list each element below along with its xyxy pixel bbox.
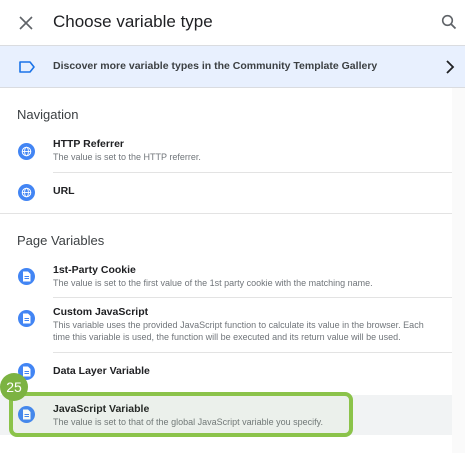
- search-icon: [441, 14, 457, 30]
- step-number-badge: 25: [0, 373, 28, 401]
- dialog-title: Choose variable type: [53, 12, 213, 31]
- variable-type-http-referrer[interactable]: HTTP Referrer The value is set to the HT…: [0, 134, 452, 172]
- globe-icon: [18, 184, 35, 201]
- search-button[interactable]: [437, 10, 461, 34]
- banner-text: Discover more variable types in the Comm…: [53, 60, 378, 72]
- close-icon: [19, 16, 33, 30]
- close-button[interactable]: [14, 11, 38, 35]
- section-title-navigation: Navigation: [17, 107, 79, 122]
- item-name: Data Layer Variable: [53, 365, 150, 377]
- item-description: This variable uses the provided JavaScri…: [53, 320, 424, 342]
- community-gallery-banner[interactable]: Discover more variable types in the Comm…: [0, 45, 465, 88]
- item-name: Custom JavaScript: [53, 306, 149, 318]
- variable-type-custom-javascript[interactable]: Custom JavaScript This variable uses the…: [0, 298, 452, 352]
- chevron-right-icon: [446, 60, 455, 74]
- section-title-page-variables: Page Variables: [17, 233, 105, 248]
- variable-type-1st-party-cookie[interactable]: 1st-Party Cookie The value is set to the…: [0, 259, 452, 297]
- section-divider: [0, 213, 452, 214]
- dialog-header: Choose variable type: [0, 0, 465, 45]
- label-tag-icon: [19, 61, 35, 73]
- item-name: HTTP Referrer: [53, 138, 124, 150]
- item-name: 1st-Party Cookie: [53, 264, 136, 276]
- variable-type-data-layer-variable[interactable]: Data Layer Variable: [0, 353, 452, 393]
- item-description: The value is set to the HTTP referrer.: [53, 152, 201, 162]
- item-name: URL: [53, 185, 75, 197]
- document-icon: [18, 310, 35, 327]
- document-icon: [18, 268, 35, 285]
- globe-icon: [18, 143, 35, 160]
- scrollbar[interactable]: [452, 88, 465, 453]
- item-description: The value is set to the first value of t…: [53, 278, 373, 288]
- variable-type-url[interactable]: URL: [0, 173, 452, 213]
- step-highlight-box: [9, 392, 353, 437]
